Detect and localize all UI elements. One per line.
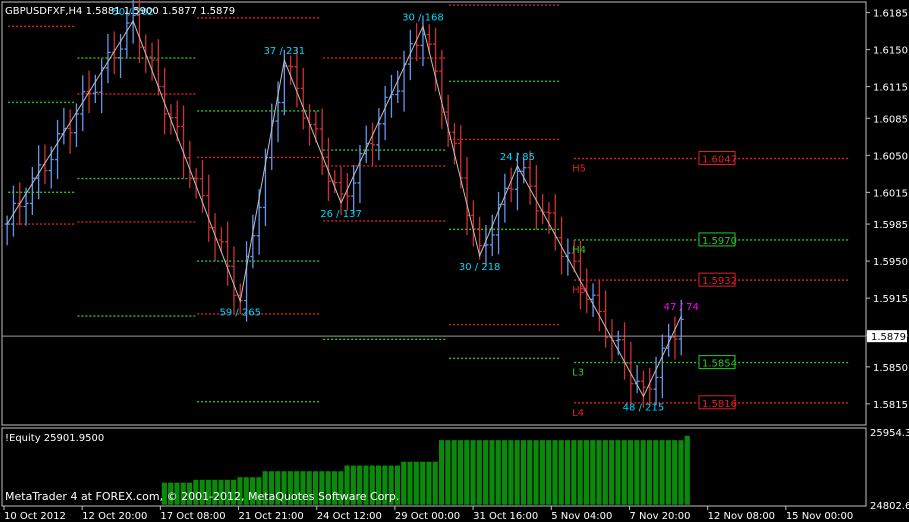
equity-bar bbox=[564, 439, 571, 506]
equity-bar bbox=[413, 461, 420, 506]
time-tick-label: 12 Oct 20:00 bbox=[82, 511, 147, 522]
pivot-value: 1.5816 bbox=[702, 399, 737, 410]
swing-label: 47 / 74 bbox=[664, 302, 699, 313]
time-tick-label: 7 Nov 20:00 bbox=[629, 511, 690, 522]
swing-label: 30 / 168 bbox=[402, 12, 444, 23]
pivot-name: L3 bbox=[572, 368, 584, 379]
equity-bar bbox=[495, 439, 502, 506]
price-tick-label: 1.6115 bbox=[873, 83, 908, 94]
price-tick-label: 1.5985 bbox=[873, 220, 908, 231]
swing-label: 48 / 215 bbox=[623, 402, 665, 413]
time-tick-label: 5 Nov 04:00 bbox=[551, 511, 612, 522]
equity-bar bbox=[627, 439, 634, 506]
price-axis-ticks: 1.6185 1.6150 1.6115 1.6085 1.6050 1.6015 1.59… bbox=[866, 9, 908, 411]
equity-bar bbox=[570, 439, 577, 506]
equity-title: !Equity 25901.9500 bbox=[5, 433, 104, 444]
equity-bar bbox=[658, 439, 666, 506]
time-tick-label: 29 Oct 00:00 bbox=[395, 511, 460, 522]
equity-bar bbox=[633, 439, 640, 506]
equity-bar bbox=[476, 439, 483, 506]
price-tick-label: 1.6050 bbox=[873, 151, 908, 162]
equity-bar bbox=[602, 439, 609, 506]
price-tick-label: 1.5815 bbox=[873, 400, 908, 411]
equity-bar bbox=[526, 439, 533, 506]
equity-bar bbox=[400, 461, 407, 506]
equity-tick-label: 25954.3 bbox=[870, 428, 909, 439]
equity-bar bbox=[639, 439, 647, 506]
price-tick-label: 1.5950 bbox=[873, 257, 908, 268]
equity-bar bbox=[595, 439, 603, 506]
swing-label: 59 / 265 bbox=[219, 307, 261, 318]
equity-bar bbox=[551, 439, 559, 506]
price-tick-label: 1.6015 bbox=[873, 188, 908, 199]
equity-bar bbox=[482, 439, 489, 506]
equity-bar bbox=[488, 439, 496, 506]
pivot-name: L4 bbox=[572, 408, 584, 419]
equity-bar bbox=[652, 439, 659, 506]
price-tick-label: 1.5850 bbox=[873, 363, 908, 374]
equity-bar bbox=[457, 439, 464, 506]
time-tick-label: 24 Oct 12:00 bbox=[317, 511, 382, 522]
equity-bar bbox=[513, 439, 521, 506]
swing-label: 30 / 218 bbox=[459, 262, 501, 273]
swing-label: 37 / 231 bbox=[264, 46, 306, 57]
equity-bar bbox=[677, 439, 685, 506]
time-tick-label: 21 Oct 21:00 bbox=[239, 511, 304, 522]
price-tick-label: 1.6150 bbox=[873, 46, 908, 57]
equity-bar bbox=[646, 439, 653, 506]
equity-bar bbox=[438, 439, 445, 506]
equity-bar bbox=[432, 461, 439, 506]
chart-canvas[interactable]: 50 / 20259 / 26537 / 23126 / 13730 / 168… bbox=[0, 0, 909, 522]
equity-bar bbox=[614, 439, 622, 506]
time-tick-label: 17 Oct 08:00 bbox=[160, 511, 225, 522]
time-tick-label: 12 Nov 08:00 bbox=[708, 511, 775, 522]
equity-bar bbox=[520, 439, 527, 506]
equity-bar bbox=[608, 439, 615, 506]
current-price-label: 1.5879 bbox=[871, 332, 906, 343]
pivot-value: 1.5970 bbox=[702, 236, 737, 247]
equity-bar bbox=[444, 439, 451, 506]
time-tick-label: 10 Oct 2012 bbox=[4, 511, 66, 522]
copyright-text: MetaTrader 4 at FOREX.com, © 2001-2012, … bbox=[5, 490, 399, 503]
equity-bar bbox=[621, 439, 628, 506]
equity-bar bbox=[469, 439, 477, 506]
equity-bar bbox=[463, 439, 470, 506]
pivot-name: H4 bbox=[572, 245, 586, 256]
equity-bar bbox=[406, 461, 414, 506]
time-axis-ticks: 10 Oct 2012 12 Oct 20:00 17 Oct 08:00 21 Oc… bbox=[3, 506, 853, 522]
equity-bar bbox=[450, 439, 458, 506]
equity-bar bbox=[665, 439, 672, 506]
pivot-name: H5 bbox=[572, 164, 586, 175]
equity-bar bbox=[507, 439, 514, 506]
symbol-title: GBPUSDFXF,H4 1.5881 1.5900 1.5877 1.5879 bbox=[5, 6, 235, 17]
equity-bar bbox=[589, 439, 596, 506]
pivot-value: 1.6047 bbox=[702, 155, 737, 166]
equity-bar bbox=[558, 439, 565, 506]
time-tick-label: 31 Oct 16:00 bbox=[473, 511, 538, 522]
equity-bar bbox=[425, 461, 433, 506]
swing-label: 26 / 137 bbox=[320, 209, 362, 220]
price-tick-label: 1.6085 bbox=[873, 114, 908, 125]
equity-bar bbox=[576, 439, 584, 506]
equity-bar bbox=[671, 439, 678, 506]
equity-axis-ticks: 25954.3 24802.6 bbox=[870, 428, 909, 512]
equity-bar bbox=[501, 439, 508, 506]
time-tick-label: 15 Nov 00:00 bbox=[786, 511, 853, 522]
price-tick-label: 1.6185 bbox=[873, 9, 908, 20]
pivot-name: H3 bbox=[572, 285, 586, 296]
pivot-value: 1.5932 bbox=[702, 276, 737, 287]
equity-bar bbox=[419, 461, 426, 506]
equity-bar bbox=[532, 439, 540, 506]
equity-tick-label: 24802.6 bbox=[870, 501, 909, 512]
equity-bar bbox=[539, 439, 546, 506]
pivot-value: 1.5854 bbox=[702, 359, 737, 370]
price-tick-label: 1.5915 bbox=[873, 294, 908, 305]
equity-bar bbox=[684, 435, 691, 506]
swing-label: 24 / 85 bbox=[500, 152, 535, 163]
equity-bar bbox=[583, 439, 590, 506]
equity-bar bbox=[545, 439, 552, 506]
